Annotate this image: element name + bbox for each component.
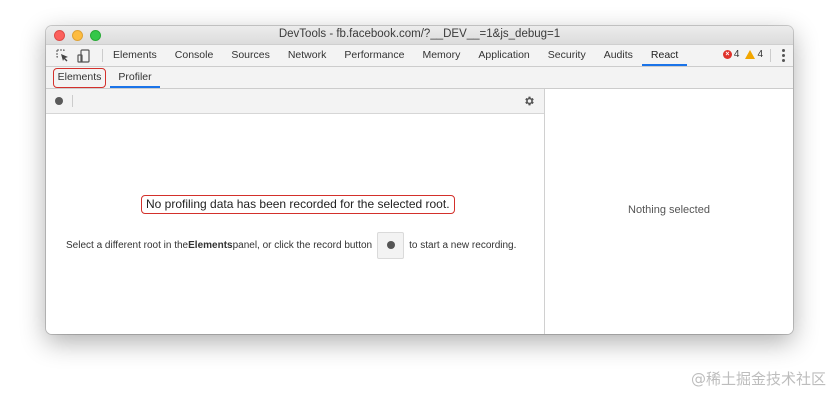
tab-audits[interactable]: Audits bbox=[595, 45, 642, 66]
empty-state-description: Select a different root in the Elements … bbox=[66, 230, 516, 260]
desc-suffix: to start a new recording. bbox=[409, 239, 517, 251]
tab-elements[interactable]: Elements bbox=[104, 45, 166, 66]
tab-network[interactable]: Network bbox=[279, 45, 336, 66]
record-icon[interactable] bbox=[55, 97, 63, 105]
tab-performance[interactable]: Performance bbox=[335, 45, 413, 66]
toolbar-divider bbox=[72, 95, 73, 107]
subtab-profiler[interactable]: Profiler bbox=[110, 67, 160, 88]
subtab-elements[interactable]: Elements bbox=[53, 68, 106, 88]
profiler-toolbar bbox=[46, 89, 544, 114]
record-button[interactable] bbox=[377, 231, 405, 259]
tab-application[interactable]: Application bbox=[469, 45, 538, 66]
error-count: 4 bbox=[733, 49, 740, 60]
desc-prefix: Select a different root in the bbox=[66, 239, 189, 251]
main-toolbar: Elements Console Sources Network Perform… bbox=[46, 45, 793, 67]
device-toolbar-icon[interactable] bbox=[75, 48, 91, 63]
empty-state-title: No profiling data has been recorded for … bbox=[141, 195, 455, 214]
toolbar-divider bbox=[770, 49, 771, 62]
gear-icon[interactable] bbox=[523, 95, 535, 107]
tab-sources[interactable]: Sources bbox=[222, 45, 279, 66]
details-panel: Nothing selected bbox=[544, 89, 793, 334]
tab-memory[interactable]: Memory bbox=[413, 45, 469, 66]
kebab-menu-icon[interactable] bbox=[781, 49, 785, 62]
watermark: @稀土掘金技术社区 bbox=[690, 370, 826, 388]
issue-counters[interactable]: × 4 4 bbox=[722, 49, 763, 60]
profiler-panel: No profiling data has been recorded for … bbox=[46, 89, 544, 334]
title-bar: DevTools - fb.facebook.com/?__DEV__=1&js… bbox=[46, 26, 793, 45]
tab-react[interactable]: React bbox=[641, 45, 688, 66]
toolbar-divider bbox=[102, 49, 103, 62]
react-subtabs: Elements Profiler bbox=[46, 67, 793, 89]
window-title: DevTools - fb.facebook.com/?__DEV__=1&js… bbox=[278, 28, 561, 40]
panel-tabs: Elements Console Sources Network Perform… bbox=[104, 45, 688, 66]
nothing-selected-label: Nothing selected bbox=[628, 204, 710, 216]
tab-console[interactable]: Console bbox=[166, 45, 223, 66]
error-icon: × bbox=[722, 50, 732, 59]
warning-count: 4 bbox=[757, 49, 763, 60]
inspect-element-icon[interactable] bbox=[54, 48, 70, 63]
warning-icon bbox=[745, 50, 756, 59]
record-icon bbox=[386, 241, 395, 249]
tab-security[interactable]: Security bbox=[539, 45, 595, 66]
desc-elements-link: Elements bbox=[188, 239, 233, 251]
devtools-window: DevTools - fb.facebook.com/?__DEV__=1&js… bbox=[46, 26, 793, 334]
desc-middle: panel, or click the record button bbox=[232, 239, 373, 251]
